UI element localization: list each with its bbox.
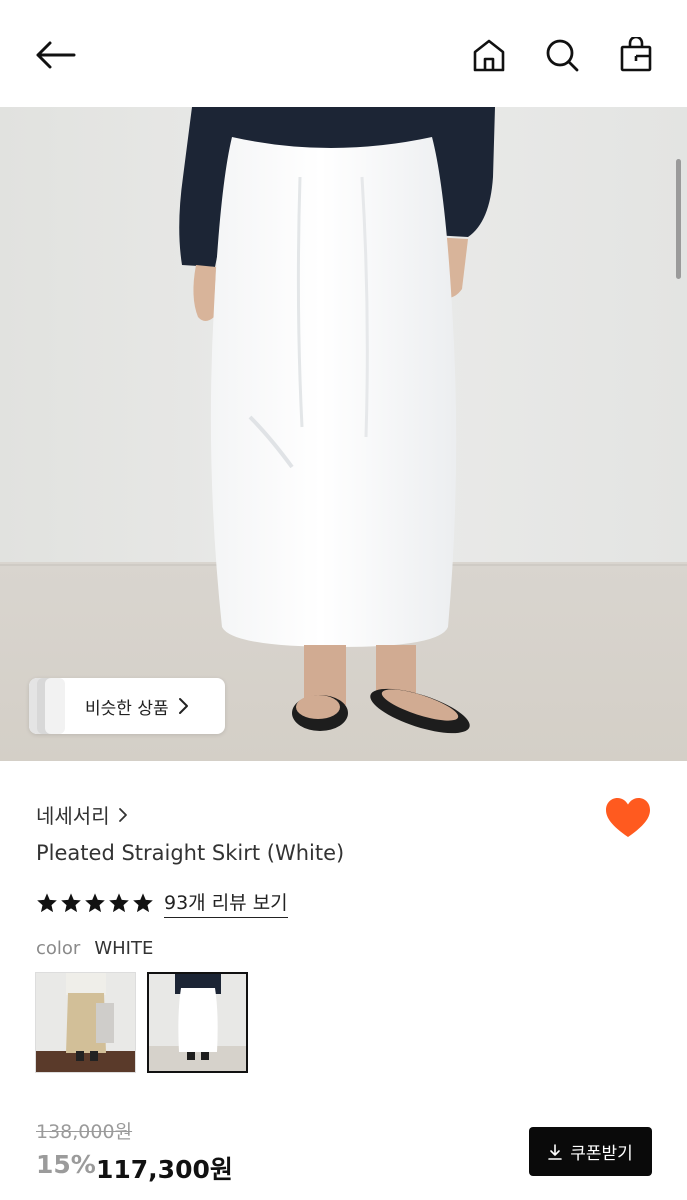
image-scrollbar[interactable] bbox=[676, 159, 681, 279]
chevron-right-icon bbox=[178, 698, 188, 714]
original-price: 138,000원 bbox=[36, 1121, 133, 1143]
discount-rate: 15% bbox=[36, 1150, 96, 1179]
swatch-photo bbox=[149, 974, 246, 1071]
back-button[interactable] bbox=[30, 30, 80, 80]
coupon-label: 쿠폰받기 bbox=[570, 1144, 633, 1164]
final-price: 117,300원 bbox=[96, 1155, 233, 1184]
search-icon bbox=[546, 39, 579, 72]
star-icon bbox=[37, 893, 57, 913]
color-swatch-beige[interactable] bbox=[35, 972, 136, 1073]
star-icon bbox=[85, 893, 105, 913]
product-title: Pleated Straight Skirt (White) bbox=[36, 841, 345, 865]
download-icon bbox=[548, 1143, 563, 1160]
color-key: color bbox=[36, 938, 81, 959]
star-icon bbox=[109, 893, 129, 913]
home-button[interactable] bbox=[464, 30, 514, 80]
coupon-download-button[interactable]: 쿠폰받기 bbox=[529, 1127, 652, 1176]
chevron-right-icon bbox=[118, 807, 127, 822]
similar-thumbnails bbox=[29, 678, 65, 734]
product-photo bbox=[0, 107, 687, 761]
similar-products-label: 비슷한 상품 bbox=[85, 698, 169, 719]
star-icon bbox=[61, 893, 81, 913]
rating-row: 93개 리뷰 보기 bbox=[36, 888, 288, 918]
top-bar bbox=[0, 0, 687, 107]
product-image[interactable]: 비슷한 상품 bbox=[0, 107, 687, 761]
star-icon bbox=[133, 893, 153, 913]
brand-name: 네세서리 bbox=[36, 804, 110, 828]
cart-button[interactable] bbox=[611, 30, 661, 80]
reviews-link[interactable]: 93개 리뷰 보기 bbox=[164, 888, 288, 918]
wishlist-heart-icon[interactable] bbox=[604, 796, 652, 840]
color-value: WHITE bbox=[94, 938, 154, 959]
search-button[interactable] bbox=[537, 30, 587, 80]
home-icon bbox=[473, 39, 505, 72]
similar-products-button[interactable]: 비슷한 상품 bbox=[29, 678, 225, 734]
rating-stars bbox=[36, 892, 154, 914]
brand-link[interactable]: 네세서리 bbox=[36, 800, 128, 829]
shopping-bag-icon bbox=[620, 37, 652, 72]
swatch-photo bbox=[36, 973, 135, 1072]
color-swatch-white[interactable] bbox=[147, 972, 248, 1073]
color-row: color WHITE bbox=[36, 938, 153, 959]
back-arrow-icon bbox=[36, 41, 76, 69]
